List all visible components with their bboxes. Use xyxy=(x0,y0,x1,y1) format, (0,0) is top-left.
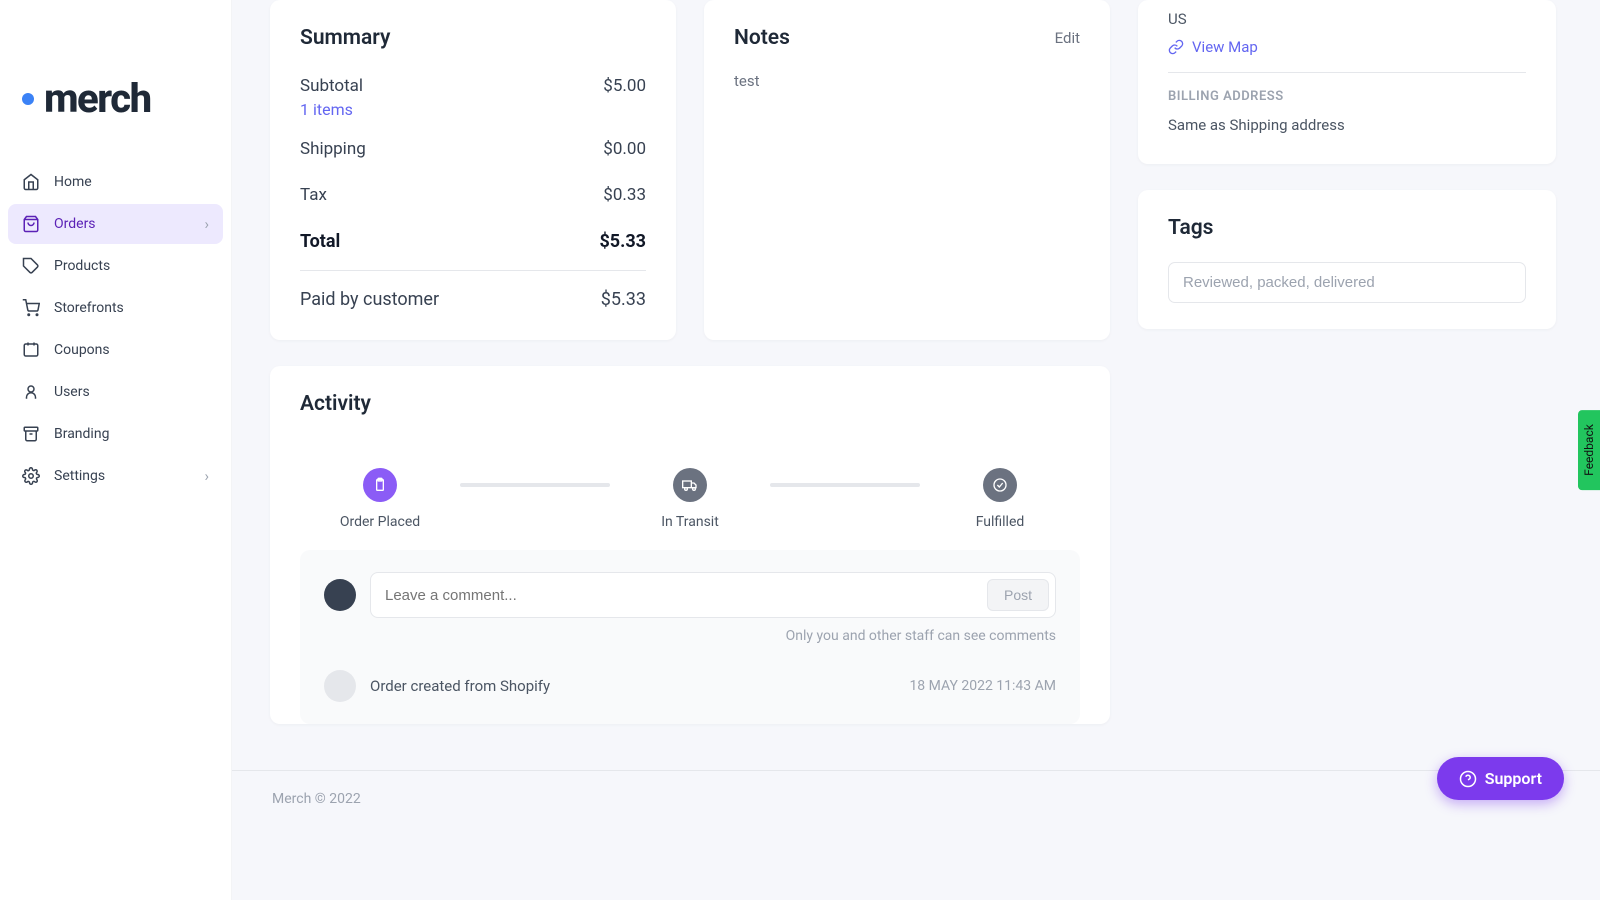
nav-orders[interactable]: Orders › xyxy=(8,204,223,244)
step-order-placed: Order Placed xyxy=(300,468,460,530)
nav-branding[interactable]: Branding xyxy=(8,414,223,454)
tag-icon xyxy=(22,257,40,275)
comment-section: Post Only you and other staff can see co… xyxy=(300,550,1080,724)
nav-home[interactable]: Home xyxy=(8,162,223,202)
feedback-tab[interactable]: Feedback xyxy=(1578,410,1600,490)
system-avatar xyxy=(324,670,356,702)
help-icon xyxy=(1459,770,1477,788)
summary-card: Summary Subtotal $5.00 1 items Shipping … xyxy=(270,0,676,340)
post-button[interactable]: Post xyxy=(987,579,1049,611)
notes-title: Notes xyxy=(734,26,790,50)
summary-title: Summary xyxy=(300,26,646,50)
billing-title: BILLING ADDRESS xyxy=(1168,89,1526,104)
check-circle-icon xyxy=(983,468,1017,502)
cart-icon xyxy=(22,299,40,317)
chevron-right-icon: › xyxy=(204,215,209,233)
step-label: Fulfilled xyxy=(976,514,1025,530)
comment-input[interactable] xyxy=(385,587,987,604)
tags-input[interactable] xyxy=(1168,262,1526,303)
activity-log-text: Order created from Shopify xyxy=(370,677,895,695)
total-label: Total xyxy=(300,231,340,252)
nav-label: Settings xyxy=(54,468,105,484)
nav-label: Storefronts xyxy=(54,300,124,316)
items-link[interactable]: 1 items xyxy=(300,100,646,119)
main-nav: Home Orders › Products Storefronts Coupo… xyxy=(0,162,231,496)
logo: merch xyxy=(0,0,231,162)
edit-notes-link[interactable]: Edit xyxy=(1055,29,1080,47)
footer: Merch © 2022 xyxy=(232,770,1600,827)
step-label: In Transit xyxy=(661,514,719,530)
comment-privacy-note: Only you and other staff can see comment… xyxy=(324,628,1056,644)
user-avatar xyxy=(324,579,356,611)
logo-dot-icon xyxy=(22,93,34,105)
paid-value: $5.33 xyxy=(601,289,646,310)
step-fulfilled: Fulfilled xyxy=(920,468,1080,530)
address-country: US xyxy=(1168,10,1526,28)
shipping-label: Shipping xyxy=(300,139,366,159)
support-label: Support xyxy=(1485,769,1542,788)
support-button[interactable]: Support xyxy=(1437,757,1564,800)
activity-card: Activity Order Placed xyxy=(270,366,1110,724)
nav-label: Coupons xyxy=(54,342,110,358)
view-map-link[interactable]: View Map xyxy=(1168,38,1526,56)
nav-users[interactable]: Users xyxy=(8,372,223,412)
nav-storefronts[interactable]: Storefronts xyxy=(8,288,223,328)
clipboard-icon xyxy=(363,468,397,502)
feedback-label: Feedback xyxy=(1582,424,1596,476)
coupon-icon xyxy=(22,341,40,359)
step-connector xyxy=(770,483,920,487)
step-label: Order Placed xyxy=(340,514,420,530)
activity-title: Activity xyxy=(300,392,1080,416)
billing-same: Same as Shipping address xyxy=(1168,116,1526,134)
user-icon xyxy=(22,383,40,401)
nav-label: Branding xyxy=(54,426,109,442)
divider xyxy=(1168,72,1526,73)
notes-body: test xyxy=(734,72,1080,90)
gear-icon xyxy=(22,467,40,485)
subtotal-value: $5.00 xyxy=(603,76,646,96)
view-map-text: View Map xyxy=(1192,38,1258,56)
comment-input-wrapper: Post xyxy=(370,572,1056,618)
nav-products[interactable]: Products xyxy=(8,246,223,286)
nav-label: Products xyxy=(54,258,110,274)
tags-card: Tags xyxy=(1138,190,1556,329)
tax-value: $0.33 xyxy=(603,185,646,205)
home-icon xyxy=(22,173,40,191)
logo-text: merch xyxy=(44,75,151,122)
step-connector xyxy=(460,483,610,487)
shipping-value: $0.00 xyxy=(603,139,646,159)
step-in-transit: In Transit xyxy=(610,468,770,530)
subtotal-label: Subtotal xyxy=(300,76,363,96)
tax-label: Tax xyxy=(300,185,327,205)
nav-label: Orders xyxy=(54,216,96,232)
sidebar: merch Home Orders › Products Storefronts xyxy=(0,0,232,900)
truck-icon xyxy=(673,468,707,502)
activity-log-time: 18 MAY 2022 11:43 AM xyxy=(909,678,1056,694)
activity-steps: Order Placed In Transit xyxy=(300,438,1080,550)
paid-label: Paid by customer xyxy=(300,289,439,310)
address-card: US View Map BILLING ADDRESS Same as Ship… xyxy=(1138,0,1556,164)
nav-coupons[interactable]: Coupons xyxy=(8,330,223,370)
total-value: $5.33 xyxy=(599,231,646,252)
link-icon xyxy=(1168,39,1184,55)
nav-label: Users xyxy=(54,384,90,400)
divider xyxy=(300,270,646,271)
bag-icon xyxy=(22,215,40,233)
chevron-right-icon: › xyxy=(204,467,209,485)
main-content: Summary Subtotal $5.00 1 items Shipping … xyxy=(232,0,1600,900)
archive-icon xyxy=(22,425,40,443)
tags-title: Tags xyxy=(1168,216,1526,240)
notes-card: Notes Edit test xyxy=(704,0,1110,340)
copyright: Merch © 2022 xyxy=(272,791,361,807)
nav-label: Home xyxy=(54,174,92,190)
nav-settings[interactable]: Settings › xyxy=(8,456,223,496)
